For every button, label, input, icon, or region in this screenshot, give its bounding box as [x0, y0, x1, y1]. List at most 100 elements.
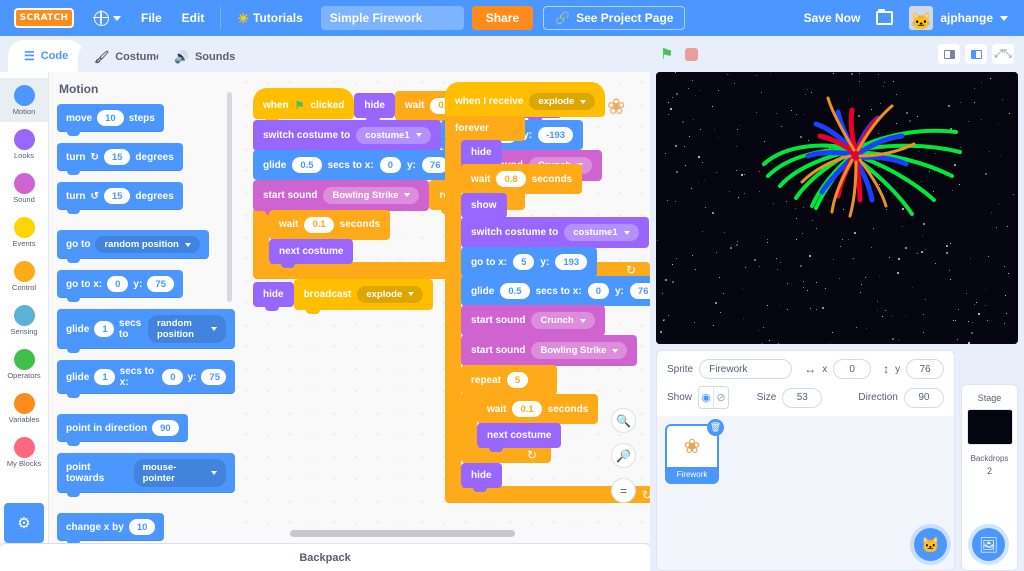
add-sprite-button[interactable]: 🐱 [914, 528, 947, 561]
block-dropdown[interactable]: Crunch [531, 312, 595, 329]
sprite-name-input[interactable]: Firework [699, 359, 793, 379]
code-block[interactable]: wait 0.1 seconds [269, 209, 391, 244]
block-input[interactable]: 0 [162, 369, 183, 385]
repeat-block[interactable]: repeat 5 [461, 365, 557, 399]
block-dropdown[interactable]: mouse-pointer [133, 459, 226, 487]
block-input[interactable]: 90 [152, 420, 179, 436]
code-block[interactable]: next costume [477, 423, 562, 452]
eye-hide-icon[interactable]: ⊘ [713, 387, 728, 408]
tab-code[interactable]: ☰ Code [8, 40, 85, 72]
eye-show-icon[interactable]: ◉ [699, 387, 713, 408]
block-dropdown[interactable]: Bowling Strike [323, 186, 420, 204]
fullscreen-icon[interactable]: ⤢⤡ [992, 44, 1014, 64]
file-menu[interactable]: File [131, 6, 172, 30]
small-stage-icon[interactable] [938, 44, 960, 64]
block-input[interactable]: 0.5 [500, 283, 530, 299]
block-dropdown[interactable]: Bowling Strike [531, 342, 628, 359]
block-input[interactable]: 0 [379, 157, 401, 173]
code-block[interactable]: glide 0.5 secs to x: 0 y: 76 [461, 276, 650, 310]
code-block[interactable]: switch costume to costume1 [253, 119, 441, 155]
code-block[interactable]: switch costume to costume1 [461, 217, 649, 252]
add-extension-button[interactable]: ⚙ [4, 503, 44, 543]
share-button[interactable]: Share [471, 6, 534, 30]
block-input[interactable]: 0.1 [512, 401, 542, 417]
block-dropdown[interactable]: explode [357, 285, 424, 303]
forever-block[interactable]: forever [445, 116, 525, 145]
block-dropdown[interactable]: costume1 [564, 224, 639, 241]
block-input[interactable]: 0 [587, 283, 609, 299]
green-flag-icon[interactable]: ⚑ [660, 45, 673, 63]
palette-block[interactable]: turn ↻ 15 degrees [57, 143, 183, 175]
project-title-input[interactable] [320, 6, 464, 30]
edit-menu[interactable]: Edit [172, 6, 215, 30]
palette-block[interactable]: go to random position [57, 230, 209, 263]
category-control[interactable]: Control [0, 254, 48, 298]
category-operators[interactable]: Operators [0, 342, 48, 386]
code-block[interactable]: next costume [269, 238, 354, 268]
palette-block[interactable]: point in direction 90 [57, 414, 188, 446]
block-input[interactable]: 10 [128, 519, 156, 535]
zoom-out-button[interactable]: 🔎 [611, 443, 636, 468]
workspace-horizontal-scrollbar[interactable] [290, 530, 515, 537]
x-input[interactable]: 0 [833, 359, 872, 379]
folder-icon[interactable] [876, 9, 894, 25]
category-events[interactable]: Events [0, 210, 48, 254]
direction-input[interactable]: 90 [903, 387, 944, 408]
see-project-page-button[interactable]: 🔗 See Project Page [543, 6, 686, 30]
code-block[interactable]: hide [461, 463, 502, 492]
block-input[interactable]: 10 [97, 110, 124, 126]
block-dropdown[interactable]: explode [529, 93, 596, 110]
category-looks[interactable]: Looks [0, 122, 48, 166]
stage-thumbnail[interactable] [966, 409, 1013, 445]
save-now-button[interactable]: Save Now [794, 6, 871, 30]
large-stage-icon[interactable] [965, 44, 987, 64]
block-input[interactable]: 0.8 [496, 171, 526, 187]
category-motion[interactable]: Motion [0, 78, 48, 122]
code-workspace[interactable]: when⚑clickedhidewait0.0secondsshowswitch… [235, 72, 650, 543]
category-sensing[interactable]: Sensing [0, 298, 48, 342]
block-input[interactable]: 5 [513, 254, 535, 270]
block-input[interactable]: 0.5 [292, 157, 322, 173]
language-menu[interactable] [84, 6, 131, 31]
block-input[interactable]: 193 [555, 254, 588, 270]
stage-canvas[interactable] [656, 72, 1018, 344]
block-input[interactable]: 1 [94, 369, 115, 385]
hat-block[interactable]: when ⚑ clicked [253, 88, 355, 123]
size-input[interactable]: 53 [782, 387, 823, 408]
code-block[interactable]: glide 0.5 secs to x: 0 y: 76 [253, 150, 459, 184]
code-block[interactable]: start sound Crunch [461, 305, 605, 340]
tab-sounds[interactable]: 🔊 Sounds [158, 42, 252, 72]
code-block[interactable]: wait 0.1 seconds [477, 394, 599, 428]
block-input[interactable]: 15 [103, 188, 131, 204]
block-dropdown[interactable]: random position [147, 315, 226, 343]
y-input[interactable]: 76 [906, 359, 944, 379]
code-block[interactable]: start sound Bowling Strike [253, 179, 430, 215]
palette-block[interactable]: point towards mouse-pointer [57, 453, 235, 497]
account-menu[interactable]: 🐱 ajphange [899, 1, 1018, 35]
trash-icon[interactable]: 🗑 [707, 419, 724, 436]
code-block[interactable]: broadcast explode [293, 278, 434, 314]
block-input[interactable]: 75 [201, 369, 227, 385]
code-block[interactable]: wait 0.8 seconds [461, 164, 583, 198]
code-block[interactable]: hide [461, 140, 502, 169]
block-dropdown[interactable]: random position [95, 236, 200, 253]
code-block[interactable]: go to x: 5 y: 193 [461, 247, 598, 281]
code-block[interactable]: hide [354, 93, 395, 122]
palette-block[interactable]: move 10 steps [57, 104, 164, 136]
palette-block[interactable]: glide 1 secs to x: 0 y: 75 [57, 360, 235, 398]
zoom-reset-button[interactable]: = [611, 478, 636, 503]
palette-block[interactable]: turn ↺ 15 degrees [57, 182, 183, 214]
code-block[interactable]: hide [253, 281, 294, 311]
zoom-in-button[interactable]: 🔍 [611, 408, 636, 433]
palette-block[interactable]: glide 1 secs to random position [57, 309, 235, 353]
category-my-blocks[interactable]: My Blocks [0, 430, 48, 474]
block-dropdown[interactable]: costume1 [356, 126, 431, 144]
tutorials-button[interactable]: ☀ Tutorials [227, 6, 312, 30]
sprite-card-firework[interactable]: 🗑 ❀ Firework [665, 419, 724, 484]
palette-block[interactable]: go to x: 0 y: 75 [57, 270, 183, 302]
block-input[interactable]: 1 [94, 321, 115, 337]
block-input[interactable]: 0 [107, 276, 129, 292]
palette-block[interactable]: change x by 10 [57, 513, 165, 543]
backpack-bar[interactable]: Backpack [0, 543, 650, 571]
code-block[interactable]: show [461, 193, 507, 222]
